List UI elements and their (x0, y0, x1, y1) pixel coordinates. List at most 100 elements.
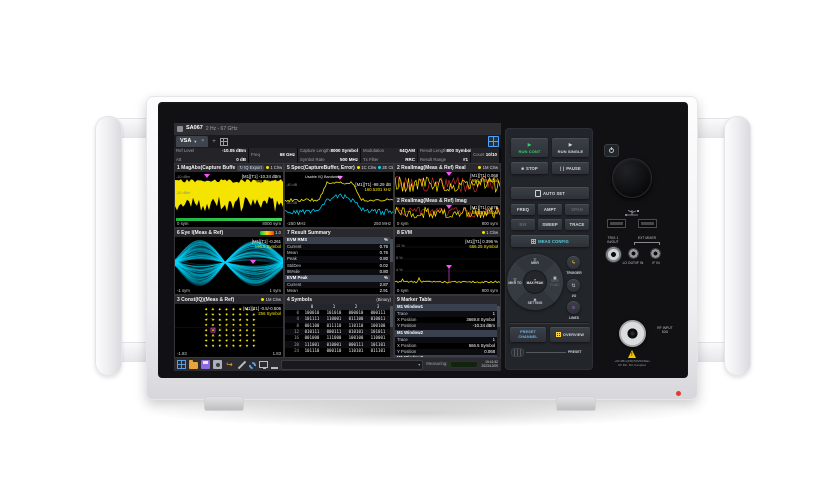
y-axis-label: -30 dBm (176, 192, 190, 196)
settings-cell[interactable]: Result Length800 SymbolResult Range#1 (418, 148, 470, 163)
overview-button[interactable]: OVERVIEW (550, 327, 590, 342)
lines-label: LINES (561, 316, 587, 320)
scrollbar[interactable] (497, 304, 500, 357)
export-icon: ↻ (239, 166, 243, 171)
io-icon: ⇅ (571, 283, 575, 289)
run-cont-button[interactable]: ▶ RUN CONT (511, 138, 548, 157)
edit-icon[interactable] (237, 360, 246, 369)
mkr-func-key[interactable]: ▣MKR FUNC (548, 276, 562, 288)
rotary-knob[interactable] (612, 158, 652, 198)
sweep-key[interactable]: SWEEP (538, 219, 562, 230)
trace-legend: 1 Clrw (266, 166, 282, 170)
pause-button[interactable]: | |PAUSE (552, 162, 589, 174)
eye-diagram-plot (175, 237, 284, 288)
setting-key[interactable]: ✱SETTING (528, 298, 543, 306)
panel-constellation[interactable]: 3 Const(IQ)(Meas & Ref) 1M Clrw [M1][T1]… (174, 295, 284, 358)
scrollbar[interactable] (390, 237, 393, 294)
window-arrange-icon[interactable] (220, 138, 228, 146)
run-single-button[interactable]: ▶ RUN SINGLE (552, 138, 589, 157)
message-dropdown[interactable]: ▾ (281, 360, 423, 370)
panel-eye-diagram[interactable]: 6 Eye I(Meas & Ref) 1.0 [M1][T1] -0.2611… (174, 228, 284, 295)
navigation-cluster: ▽MKR ▽MKR TO ▣MKR FUNC ✱SETTING ▼MAX PEA… (507, 254, 563, 310)
display-icon[interactable] (259, 361, 268, 368)
rf-input-connector (619, 320, 646, 347)
marker-group-header: M1 Window2 (395, 330, 497, 337)
setting-label: Result Range (420, 158, 446, 162)
progress-bar (450, 361, 478, 368)
marker-table: M1 Window1Trace1X Position3669.8 SymbolY… (395, 304, 497, 357)
setting-value: #1 (463, 158, 468, 163)
panel-title: 2 RealImag(Meas & Ref) Real (397, 166, 466, 171)
settings-cell[interactable]: Ref Level-10.05 dBmAtt0 dB (174, 148, 248, 163)
panel-title: 1 MagAbs(Capture Buffe (177, 166, 235, 171)
keypad-divider (509, 322, 589, 323)
touchscreen[interactable]: SA067 2 Hz - 67 GHz VSA ▼ × + Ref Level-… (174, 123, 501, 371)
lo-out-if-in-label: LO OUT/IF IN (616, 261, 650, 265)
foot-right (556, 396, 596, 411)
y-axis-label: 8 % (396, 257, 403, 261)
setting-label: Result Length (420, 149, 447, 153)
y-axis-label: -40 dB (286, 184, 297, 188)
add-tab-button[interactable]: + (212, 139, 216, 145)
settings-cell[interactable]: Freq68 GHz (249, 148, 297, 163)
panel-result-summary[interactable]: 7 Result Summary EVM RMS%Current0.76Mean… (284, 228, 394, 295)
minimize-icon[interactable] (271, 367, 278, 369)
io-key[interactable]: ⇅ (567, 279, 580, 292)
panel-marker-table[interactable]: 9 Marker Table M1 Window1Trace1X Positio… (394, 295, 501, 358)
lines-key[interactable]: ≡ (567, 301, 580, 314)
usb-port-2 (638, 219, 657, 228)
ampt-key[interactable]: AMPT (538, 204, 562, 215)
panel-title: 5 Spec(CaptureBuffer, Error) (287, 166, 355, 171)
titlebar: SA067 2 Hz - 67 GHz (174, 123, 501, 135)
stop-button[interactable]: ■STOP (511, 162, 548, 174)
constellation-plot (175, 304, 284, 351)
play-once-icon: ▶ (569, 142, 573, 148)
redo-icon[interactable]: ↪ (225, 360, 234, 369)
mkr-to-key[interactable]: ▽MKR TO (508, 278, 522, 286)
panel-spectrum[interactable]: 5 Spec(CaptureBuffer, Error) 1C Clrw2E C… (284, 163, 394, 228)
marker-group-header: M1 Window1 (395, 304, 497, 311)
meas-config-icon (531, 239, 536, 244)
tab-vsa[interactable]: VSA ▼ × (176, 136, 208, 147)
panel-magabs[interactable]: 1 MagAbs(Capture Buffe ↻IQ Export 1 Clrw… (174, 163, 284, 228)
panel-symbols[interactable]: 4 Symbols (Binary) 012301000101010100000… (284, 295, 394, 358)
panel-realimag[interactable]: 2 RealImag(Meas & Ref) Real 1M Clrw [M1]… (394, 163, 501, 228)
auto-set-button[interactable]: AUTO SET (511, 187, 589, 199)
clock: 19:41:522023/12/09 (481, 361, 498, 369)
color-scale-icon (260, 231, 274, 235)
setting-label: Modulation (363, 149, 384, 153)
close-tab-icon[interactable]: × (201, 139, 204, 144)
screenshot-icon[interactable] (213, 360, 222, 369)
usb-icon (624, 209, 640, 217)
ext-mixer-label: EXT MIXER (630, 236, 664, 240)
trace-key[interactable]: TRACE (565, 219, 589, 230)
setting-value: 8000 Symbol (330, 149, 358, 154)
freq-key[interactable]: FREQ (511, 204, 535, 215)
save-icon[interactable] (201, 360, 210, 369)
tab-label: VSA (180, 139, 191, 145)
display-config-button[interactable] (488, 136, 499, 147)
folder-icon[interactable] (189, 362, 198, 369)
panel-evm[interactable]: 8 EVM 1 Clrw 12 % 8 % 4 % [M1][T1] 0.396… (394, 228, 501, 295)
scrollbar[interactable] (390, 304, 393, 357)
power-button[interactable] (604, 144, 619, 157)
settings-gear-icon[interactable] (249, 362, 256, 369)
preset-knob[interactable] (511, 348, 524, 357)
max-peak-key[interactable]: ▼MAX PEAK (523, 270, 547, 294)
settings-cell[interactable]: Capture Length8000 SymbolSymbol Rate500 … (298, 148, 360, 163)
meas-config-button[interactable]: MEAS CONFIG (511, 235, 589, 247)
window-layout-icon[interactable] (177, 360, 186, 369)
span-key[interactable]: SPAN (565, 204, 589, 215)
chevron-down-icon[interactable]: ▼ (193, 140, 197, 144)
preset-channel-button[interactable]: PRESET CHANNEL (510, 327, 546, 342)
settings-cell[interactable]: Modulation64QAMTx FilterRRC (361, 148, 417, 163)
freq-range-label: 2 Hz - 67 GHz (206, 127, 238, 132)
mkr-key[interactable]: ▽MKR (531, 258, 539, 266)
settings-cell[interactable]: Count10/10 (471, 148, 499, 163)
panel-title: 4 Symbols (287, 298, 312, 303)
if-in-label: IF IN (648, 261, 664, 265)
setting-value: 10/10 (486, 153, 497, 158)
bw-key[interactable]: BW (511, 219, 535, 230)
iq-export-button[interactable]: ↻IQ Export (237, 165, 263, 171)
trigger-key[interactable]: ϟ (567, 256, 580, 269)
